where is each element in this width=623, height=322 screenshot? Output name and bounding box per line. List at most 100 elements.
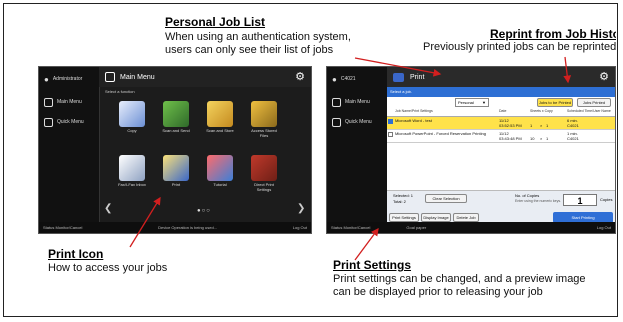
tile-tutorial[interactable]: Tutorial <box>205 153 235 193</box>
print-settings-title: Print Settings <box>333 258 412 272</box>
user-row[interactable]: ● C4021 <box>327 69 387 89</box>
job-user: C4021 <box>567 136 579 141</box>
user-icon: ● <box>332 74 337 84</box>
copies-label: No. of Copies <box>515 193 540 198</box>
refresh-icon[interactable]: ↻ <box>615 98 616 107</box>
checkbox-icon[interactable] <box>388 119 393 124</box>
copies-unit: Copies <box>600 197 613 202</box>
sidebar-item-label: Main Menu <box>57 99 82 105</box>
tile-access-stored-files[interactable]: Access Stored Files <box>249 99 279 139</box>
fax-inbox-icon <box>119 155 145 181</box>
print-settings-line-1: Print settings can be changed, and a pre… <box>333 273 586 285</box>
print-icon <box>163 155 189 181</box>
table-row[interactable]: Microsoft Word - test 11/12 03:52:53 PM … <box>387 117 615 130</box>
tile-label: Access Stored Files <box>251 128 277 138</box>
tile-label: Direct Print Settings <box>254 182 274 192</box>
sidebar-item-label: Quick Menu <box>345 119 372 125</box>
sidebar-item-main-menu[interactable]: Main Menu <box>327 92 387 112</box>
gear-icon[interactable]: ⚙ <box>599 70 609 83</box>
clear-selection-button[interactable]: Clear Selection <box>425 194 467 203</box>
table-row[interactable]: Microsoft PowerPoint - Forced Reservatio… <box>387 130 615 143</box>
selected-count: Selected: 1 <box>393 193 414 198</box>
main-menu-title: Main Menu <box>120 73 155 81</box>
sidebar-item-main-menu[interactable]: Main Menu <box>39 92 99 112</box>
main-menu-screen: ● Administrator Main Menu Quick Menu Mai… <box>38 66 312 234</box>
print-status-bar: Status Monitor/Cancel Goal paper Log Out <box>327 222 615 233</box>
chevron-down-icon: ▼ <box>482 100 486 105</box>
tile-print[interactable]: Print <box>161 153 191 193</box>
print-settings-line-2: can be displayed prior to releasing your… <box>333 286 543 298</box>
sidebar-item-label: Quick Menu <box>57 119 84 125</box>
reprint-text: Previously printed jobs can be reprinted <box>423 41 616 53</box>
home-icon <box>332 97 341 107</box>
home-icon <box>105 72 115 82</box>
col-sheets: Sheets x Copy <box>530 109 553 113</box>
main-menu-sidebar: ● Administrator Main Menu Quick Menu <box>39 67 100 233</box>
print-settings-button[interactable]: Print Settings <box>389 213 419 222</box>
times-icon: × <box>540 136 543 141</box>
tile-scan-and-send[interactable]: Scan and Send <box>161 99 191 139</box>
job-sheets: 1 <box>530 123 533 128</box>
copies-hint: Enter using the numeric keys. <box>515 199 562 203</box>
logout-button[interactable]: Log Out <box>597 225 611 230</box>
user-name: Administrator <box>52 76 83 82</box>
job-user: C4021 <box>567 123 579 128</box>
jobs-printed-button[interactable]: Jobs Printed <box>577 98 611 107</box>
print-title: Print <box>410 73 425 81</box>
job-copies: 1 <box>546 136 549 141</box>
scan-send-icon <box>163 101 189 127</box>
delete-job-button[interactable]: Delete Job <box>453 213 479 222</box>
print-screen: ● C4021 Main Menu Quick Menu Print ⚙ Sel… <box>326 66 616 234</box>
jobs-to-be-printed-button[interactable]: Jobs to be Printed <box>537 98 573 107</box>
checkbox-icon[interactable] <box>388 132 393 137</box>
home-icon <box>44 97 53 107</box>
user-row[interactable]: ● Administrator <box>39 69 99 89</box>
tile-label: Tutorial <box>213 182 227 187</box>
tile-scan-and-store[interactable]: Scan and Store <box>205 99 235 139</box>
job-table-header: Job Name/Print Settings Date Sheets x Co… <box>387 109 615 117</box>
tutorial-icon <box>207 155 233 181</box>
job-time: 03:43:48 PM <box>499 136 522 141</box>
tile-label: Copy <box>127 128 137 133</box>
gear-icon[interactable]: ⚙ <box>295 70 305 83</box>
times-icon: × <box>540 123 543 128</box>
tile-label: Fax/I-Fax Inbox <box>118 182 146 187</box>
next-page-arrow-icon[interactable]: ❯ <box>297 203 305 214</box>
personal-filter-select[interactable]: Personal ▼ <box>455 98 489 107</box>
job-time: 03:52:53 PM <box>499 123 522 128</box>
quick-menu-icon <box>44 117 53 127</box>
job-sheets: 10 <box>530 136 535 141</box>
tile-fax-inbox[interactable]: Fax/I-Fax Inbox <box>117 153 147 193</box>
print-sidebar: ● C4021 Main Menu Quick Menu <box>327 67 388 233</box>
col-user: Scheduled Time/User Name <box>567 109 611 113</box>
tile-label: Scan and Store <box>206 128 234 133</box>
tile-label: Print <box>171 182 181 187</box>
copies-input[interactable]: 1 <box>563 194 597 206</box>
print-icon <box>393 72 404 82</box>
select-function-prompt: Select a function <box>105 89 135 94</box>
tile-direct-print-settings[interactable]: Direct Print Settings <box>249 153 279 193</box>
personal-job-list-line-1: When using an authentication system, <box>165 31 351 43</box>
status-monitor-button[interactable]: Status Monitor/Cancel <box>43 225 82 230</box>
user-icon: ● <box>44 74 49 84</box>
job-list-panel: Select a job. Personal ▼ Jobs to be Print… <box>387 87 616 225</box>
sidebar-item-quick-menu[interactable]: Quick Menu <box>327 112 387 132</box>
device-message: Device Operation is being used... <box>158 225 218 230</box>
sidebar-item-quick-menu[interactable]: Quick Menu <box>39 112 99 132</box>
tile-copy[interactable]: Copy <box>117 99 147 139</box>
scan-store-icon <box>207 101 233 127</box>
print-icon-title: Print Icon <box>48 247 104 261</box>
previous-page-arrow-icon[interactable]: ❮ <box>104 203 112 214</box>
direct-print-icon <box>251 155 277 181</box>
display-image-button[interactable]: Display Image <box>421 213 451 222</box>
select-job-banner: Select a job. <box>387 87 615 97</box>
main-menu-status-bar: Status Monitor/Cancel Device Operation i… <box>39 222 311 233</box>
status-monitor-button[interactable]: Status Monitor/Cancel <box>331 225 370 230</box>
user-name: C4021 <box>340 76 356 82</box>
stored-files-icon <box>251 101 277 127</box>
tile-label: Scan and Send <box>162 128 190 133</box>
total-count: Total: 2 <box>393 199 406 204</box>
bottom-controls: Selected: 1 Total: 2 Clear Selection No.… <box>387 190 615 225</box>
job-name: Microsoft PowerPoint - Forced Reservatio… <box>395 131 486 136</box>
logout-button[interactable]: Log Out <box>293 225 307 230</box>
